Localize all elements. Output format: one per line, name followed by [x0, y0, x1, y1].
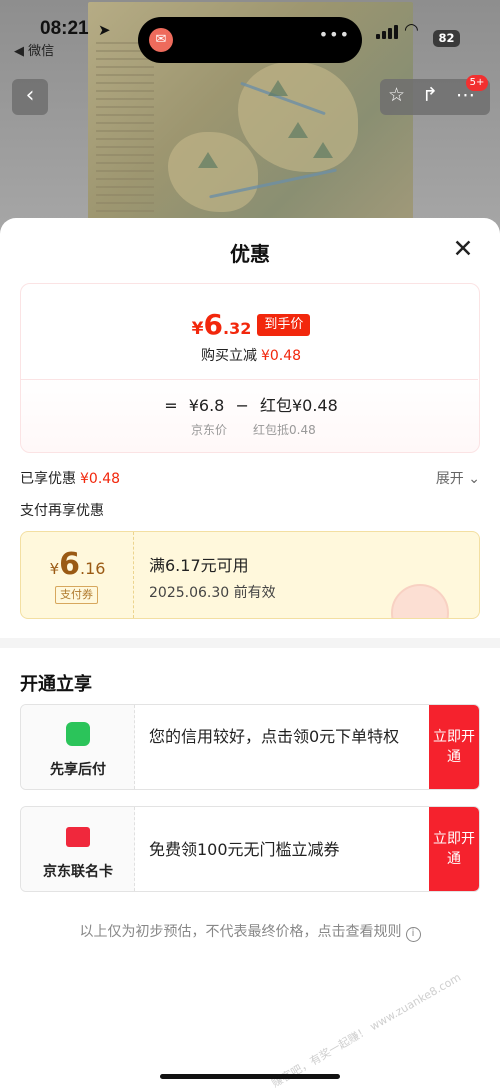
- expand-button[interactable]: 展开 ⌄: [436, 468, 480, 488]
- section-gap: [0, 638, 500, 648]
- promo-name: 先享后付: [50, 762, 106, 778]
- payment-coupon[interactable]: ¥6.16 支付券 满6.17元可用 2025.06.30 前有效: [20, 531, 480, 619]
- status-bar: 08:21 ➤ ◀ 微信 ✉ ••• ◠ 82: [0, 0, 500, 63]
- minus-sign: −: [235, 396, 249, 415]
- price-decimal: .32: [222, 319, 252, 338]
- promo-card-cobrand[interactable]: 京东联名卡 免费领100元无门槛立减券 立即开通: [20, 806, 480, 892]
- message-badge: 5+: [466, 75, 488, 91]
- promo-description: 免费领100元无门槛立减券: [149, 840, 340, 859]
- back-to-wechat[interactable]: ◀ 微信: [14, 40, 54, 59]
- final-price: ¥6.32 到手价: [21, 308, 481, 341]
- rules-link[interactable]: 以上仅为初步预估，不代表最终价格，点击查看规则 i: [0, 921, 500, 942]
- base-price-label: 京东价: [191, 423, 228, 437]
- map-legend: [96, 42, 154, 222]
- equals-sign: =: [164, 396, 178, 415]
- map-mountain: [198, 152, 218, 168]
- final-price-tag: 到手价: [257, 314, 311, 336]
- promo-description: 您的信用较好，点击领0元下单特权: [149, 727, 400, 746]
- close-icon[interactable]: ✕: [450, 236, 476, 262]
- home-indicator: [160, 1074, 340, 1079]
- wifi-icon: ◠: [404, 20, 419, 40]
- info-icon: i: [405, 927, 421, 942]
- red-packet-label: 红包抵0.48: [253, 423, 316, 437]
- open-benefits-title: 开通立享: [20, 674, 92, 695]
- applied-amount: ¥0.48: [80, 471, 121, 487]
- coupon-value-area: ¥6.16 支付券: [21, 532, 134, 618]
- applied-discount: 已享优惠 ¥0.48: [20, 468, 120, 488]
- promo-name: 京东联名卡: [43, 864, 113, 880]
- favorite-star-icon[interactable]: ☆: [388, 84, 405, 106]
- sheet-title: 优惠: [230, 242, 270, 266]
- divider: [21, 379, 478, 380]
- map-mountain: [288, 122, 308, 138]
- red-packet-amount: 红包¥0.48: [259, 396, 338, 415]
- disclaimer-text: 以上仅为初步预估，不代表最终价格，点击查看规则: [79, 924, 402, 940]
- currency-symbol: ¥: [49, 560, 60, 578]
- coupon-condition: 满6.17元可用: [149, 556, 249, 575]
- discount-sheet: 优惠 ✕ ¥6.32 到手价 购买立减 ¥0.48 = ¥6.8 − 红包¥0.48…: [0, 218, 500, 1088]
- payment-discount-title: 支付再享优惠: [20, 503, 104, 519]
- back-button[interactable]: ‹: [12, 79, 48, 115]
- coupon-price-decimal: .16: [79, 559, 106, 578]
- base-price: ¥6.8: [188, 396, 225, 415]
- instant-discount-amount: ¥0.48: [260, 348, 302, 364]
- coupon-price-integer: 6: [59, 547, 80, 582]
- instant-discount: 购买立减 ¥0.48: [21, 345, 481, 365]
- battery-level: 82: [433, 30, 460, 47]
- map-mountain: [313, 142, 333, 158]
- price-integer: 6: [203, 308, 223, 341]
- map-mountain: [268, 80, 288, 96]
- shopping-bag-icon: [66, 722, 90, 746]
- currency-symbol: ¥: [191, 319, 204, 339]
- status-time: 08:21: [40, 18, 89, 39]
- signal-icon: [376, 25, 398, 39]
- coupon-price: ¥6.16: [21, 547, 134, 582]
- instant-discount-label: 购买立减: [200, 348, 257, 364]
- map-region: [168, 132, 258, 212]
- activate-button[interactable]: 立即开通: [429, 807, 479, 891]
- mail-icon: ✉: [149, 28, 173, 52]
- more-dots-icon: •••: [318, 25, 350, 44]
- coupon-type: 支付券: [55, 586, 98, 604]
- received-stamp-icon: [391, 584, 449, 618]
- applied-label: 已享优惠: [20, 471, 76, 487]
- dynamic-island: ✉ •••: [138, 17, 362, 63]
- nav-actions: ☆ ↱ ⋯ 5+: [380, 75, 490, 115]
- promo-card-pay-later[interactable]: 先享后付 您的信用较好，点击领0元下单特权 立即开通: [20, 704, 480, 790]
- map-region: [238, 62, 358, 172]
- price-card: ¥6.32 到手价 购买立减 ¥0.48 = ¥6.8 − 红包¥0.48 京东价 …: [20, 283, 480, 453]
- coupon-validity: 2025.06.30 前有效: [149, 585, 276, 601]
- activate-button[interactable]: 立即开通: [429, 705, 479, 789]
- price-formula: = ¥6.8 − 红包¥0.48: [21, 392, 481, 416]
- promo-badge: 先享后付: [21, 705, 135, 789]
- credit-card-icon: [66, 827, 90, 847]
- location-arrow-icon: ➤: [98, 21, 111, 39]
- share-icon[interactable]: ↱: [422, 84, 438, 106]
- promo-badge: 京东联名卡: [21, 807, 135, 891]
